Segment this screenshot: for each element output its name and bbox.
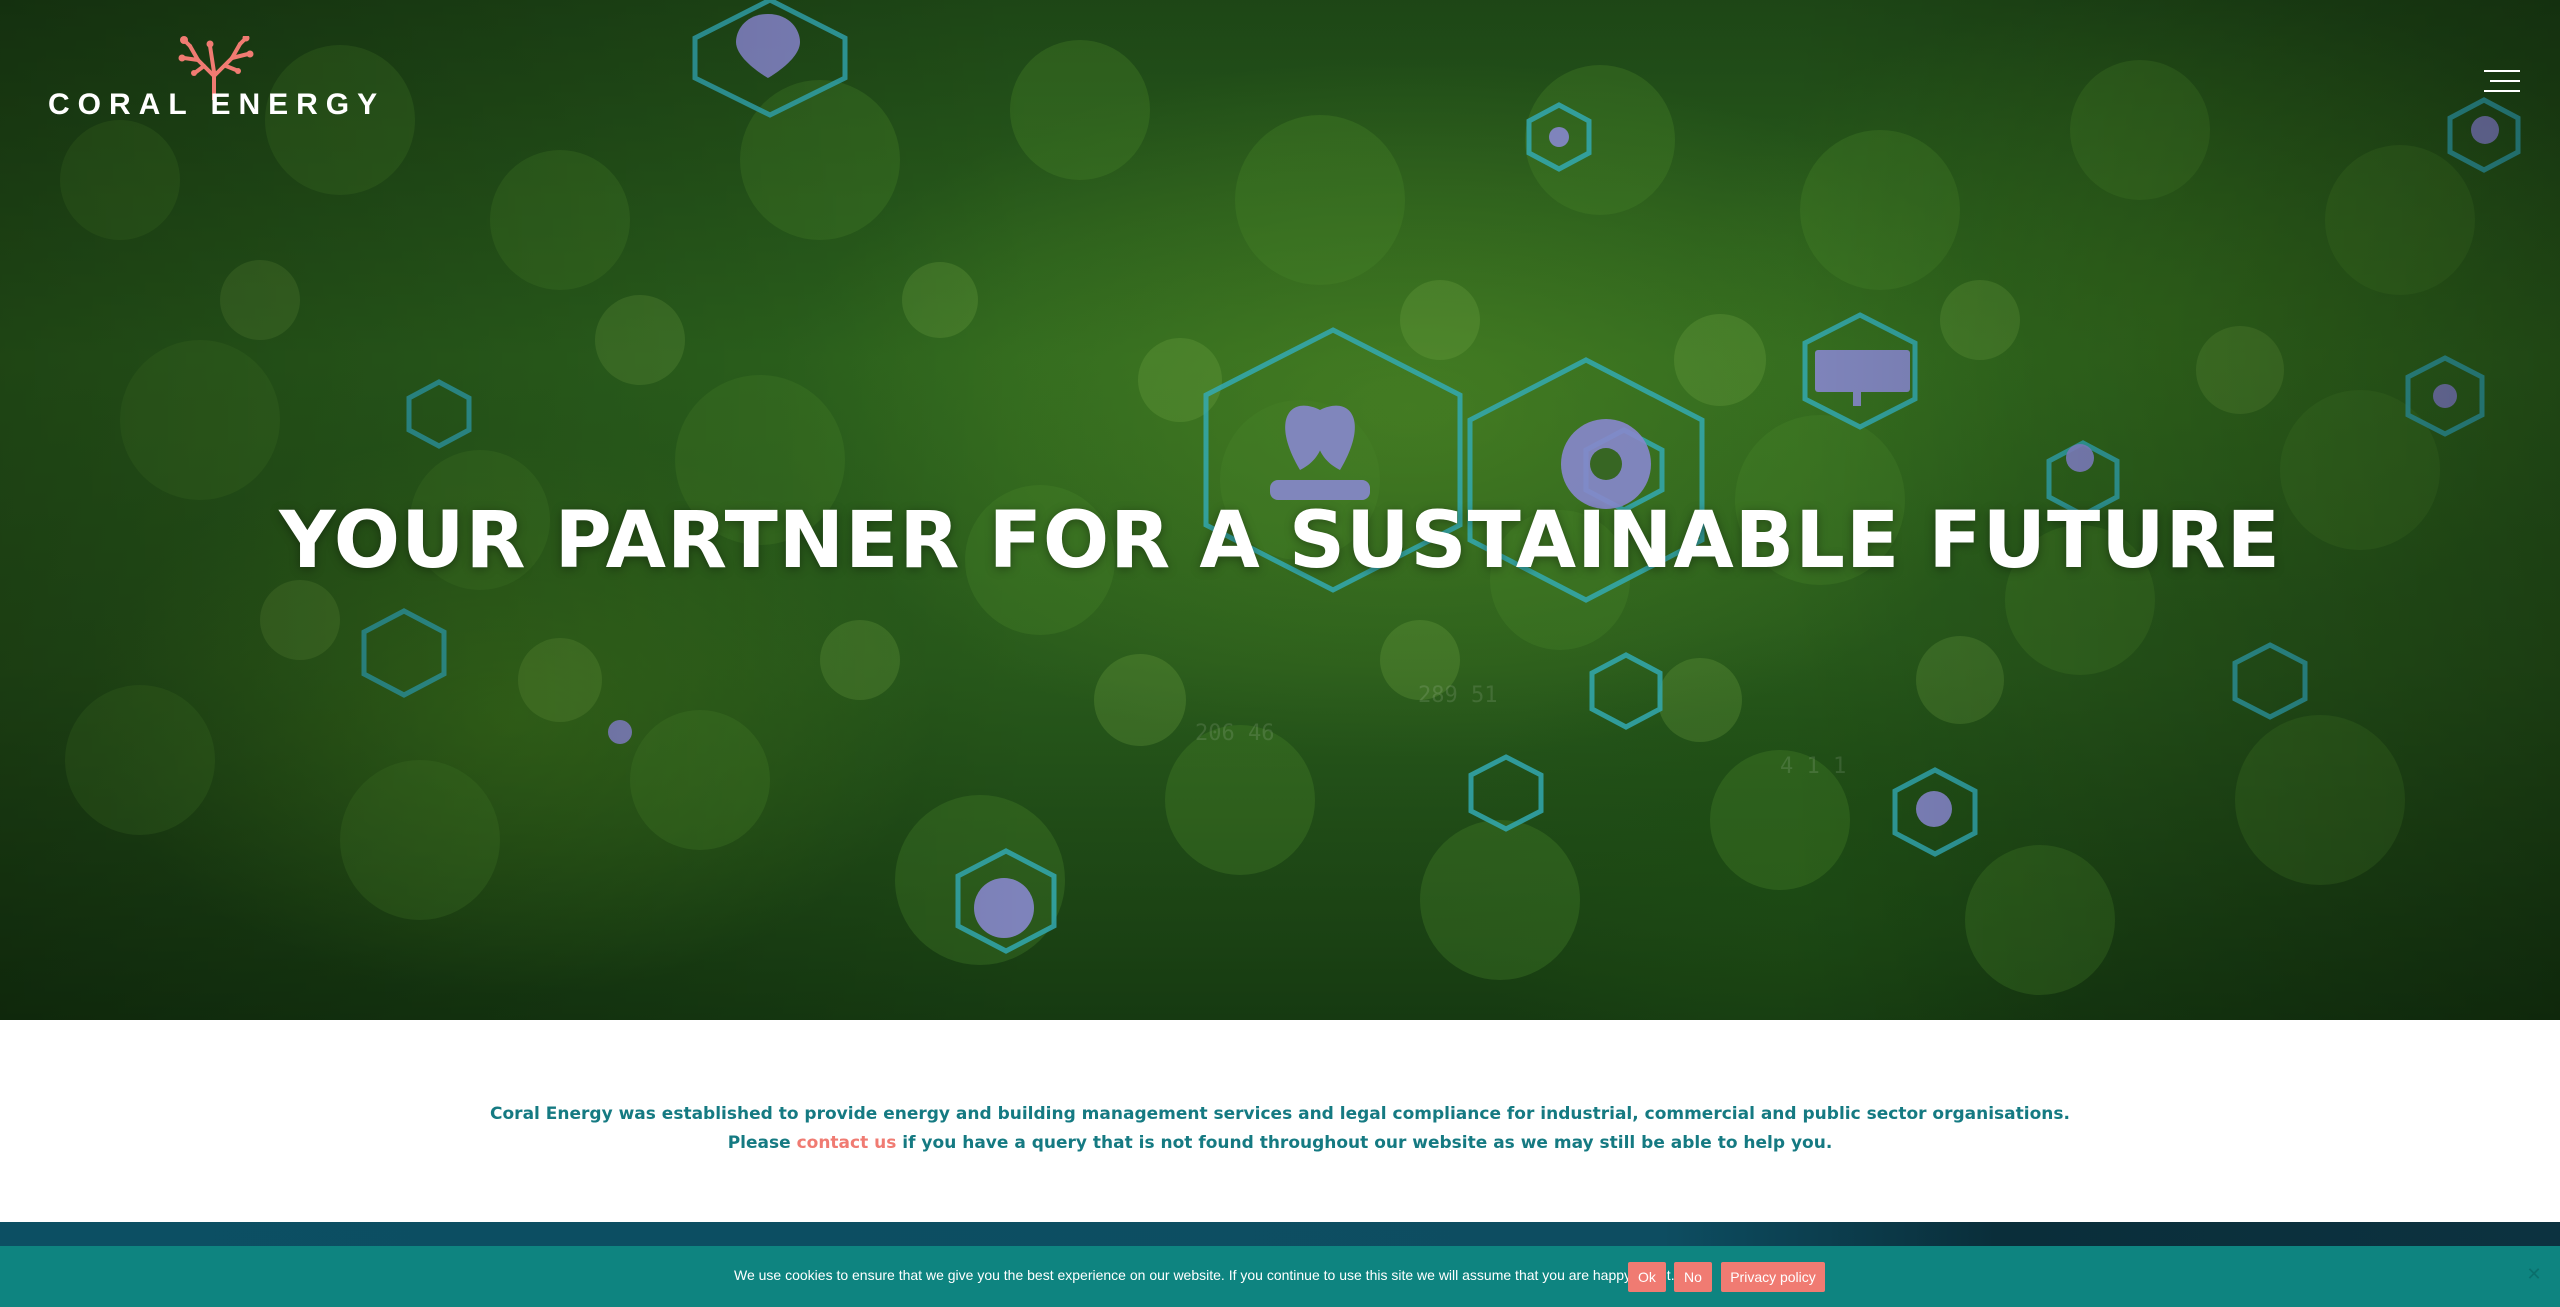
logo[interactable]: CORAL ENERGY <box>48 36 378 126</box>
cookie-ok-button[interactable]: Ok <box>1628 1262 1666 1292</box>
close-icon[interactable]: ✕ <box>2524 1264 2544 1284</box>
cookie-notice-bar: We use cookies to ensure that we give yo… <box>0 1246 2560 1307</box>
cookie-message: We use cookies to ensure that we give yo… <box>734 1267 1675 1283</box>
intro-text-before-link: Please <box>727 1133 797 1153</box>
intro-text-line-1: Coral Energy was established to provide … <box>490 1104 2070 1124</box>
privacy-policy-button[interactable]: Privacy policy <box>1721 1262 1825 1292</box>
intro-section: Coral Energy was established to provide … <box>0 1020 2560 1222</box>
cookie-no-button[interactable]: No <box>1674 1262 1712 1292</box>
intro-text-line-2: Please contact us if you have a query th… <box>0 1133 2560 1153</box>
hero-title: YOUR PARTNER FOR A SUSTAINABLE FUTURE <box>279 496 2281 586</box>
hamburger-menu-icon[interactable] <box>2480 68 2520 98</box>
brand-name: CORAL ENERGY <box>48 88 386 121</box>
intro-text-after-link: if you have a query that is not found th… <box>896 1133 1833 1153</box>
contact-us-link[interactable]: contact us <box>797 1133 897 1153</box>
hero-banner: 289 51 206 46 4 1 1 <box>0 0 2560 1020</box>
